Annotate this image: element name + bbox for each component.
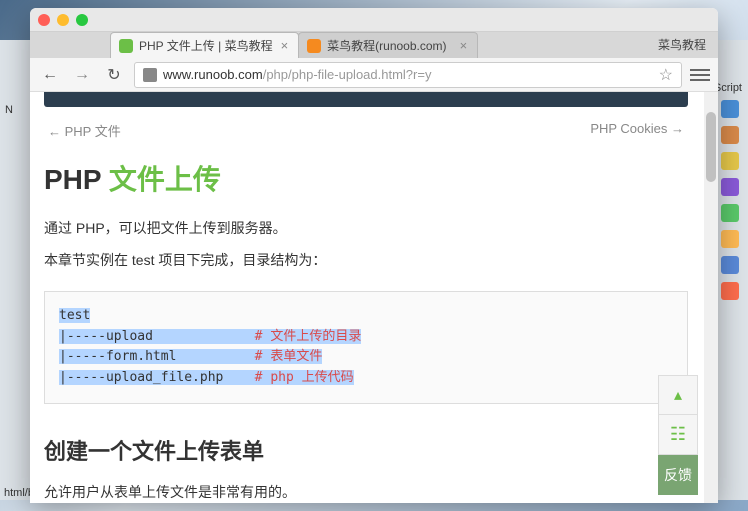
tool-icon[interactable] (721, 126, 739, 144)
section-heading: 创建一个文件上传表单 (44, 418, 688, 476)
tab-close-icon[interactable]: × (458, 38, 470, 53)
tool-icon[interactable] (721, 204, 739, 222)
tab-php-upload[interactable]: PHP 文件上传 | 菜鸟教程 × (110, 32, 299, 58)
tab-strip: PHP 文件上传 | 菜鸟教程 × 菜鸟教程(runoob.com) × 菜鸟教… (30, 32, 718, 58)
url-domain: www.runoob.com (163, 67, 263, 82)
scroll-top-button[interactable]: ▴ (658, 375, 698, 415)
bookmark-menu-label[interactable]: 菜鸟教程 (658, 36, 706, 53)
code-block[interactable]: test |-----upload # 文件上传的目录 |-----form.h… (44, 291, 688, 404)
tool-icon[interactable] (721, 178, 739, 196)
xampp-favicon-icon (307, 39, 321, 53)
page-viewport: ← PHP 文件 PHP Cookies → PHP 文件上传 通过 PHP，可… (30, 92, 718, 503)
tab-label: PHP 文件上传 | 菜鸟教程 (139, 37, 273, 54)
next-link[interactable]: PHP Cookies → (590, 121, 684, 140)
page-info-icon[interactable] (143, 68, 157, 82)
tab-runoob-home[interactable]: 菜鸟教程(runoob.com) × (298, 32, 478, 58)
qr-code-button[interactable]: ☷ (658, 415, 698, 455)
tool-icon[interactable] (721, 100, 739, 118)
address-bar-row: ← → ↻ www.runoob.com/php/php-file-upload… (30, 58, 718, 92)
maximize-window-button[interactable] (76, 14, 88, 26)
url-path: /php/php-file-upload.html?r=y (263, 67, 432, 82)
floating-buttons: ▴ ☷ 反馈 (658, 375, 698, 495)
close-window-button[interactable] (38, 14, 50, 26)
tab-close-icon[interactable]: × (279, 38, 291, 53)
page-content: ← PHP 文件 PHP Cookies → PHP 文件上传 通过 PHP，可… (44, 92, 688, 503)
tool-icon[interactable] (721, 282, 739, 300)
address-bar[interactable]: www.runoob.com/php/php-file-upload.html?… (134, 62, 682, 88)
structure-paragraph: 本章节实例在 test 项目下完成，目录结构为： (44, 244, 688, 276)
minimize-window-button[interactable] (57, 14, 69, 26)
feedback-button[interactable]: 反馈 (658, 455, 698, 495)
tab-label: 菜鸟教程(runoob.com) (327, 37, 451, 54)
body-paragraph: 允许用户从表单上传文件是非常有用的。 (44, 476, 688, 503)
runoob-favicon-icon (119, 39, 133, 53)
right-toolbar (716, 100, 744, 300)
bookmark-star-icon[interactable]: ☆ (659, 65, 673, 85)
browser-window: PHP 文件上传 | 菜鸟教程 × 菜鸟教程(runoob.com) × 菜鸟教… (30, 8, 718, 503)
bg-right-label: Script (714, 82, 742, 94)
traffic-lights (38, 14, 88, 26)
prev-link[interactable]: ← PHP 文件 (48, 121, 121, 140)
intro-paragraph: 通过 PHP，可以把文件上传到服务器。 (44, 212, 688, 244)
nav-forward-button[interactable]: → (70, 63, 94, 87)
tool-icon[interactable] (721, 152, 739, 170)
browser-menu-button[interactable] (690, 65, 710, 85)
scrollbar-thumb[interactable] (706, 112, 716, 182)
tool-icon[interactable] (721, 230, 739, 248)
page-title: PHP 文件上传 (44, 150, 688, 212)
nav-back-button[interactable]: ← (38, 63, 62, 87)
page-nav-links: ← PHP 文件 PHP Cookies → (44, 107, 688, 150)
vertical-scrollbar[interactable] (704, 92, 718, 503)
site-header-bar (44, 92, 688, 107)
tool-icon[interactable] (721, 256, 739, 274)
window-titlebar (30, 8, 718, 32)
nav-reload-button[interactable]: ↻ (102, 63, 126, 87)
